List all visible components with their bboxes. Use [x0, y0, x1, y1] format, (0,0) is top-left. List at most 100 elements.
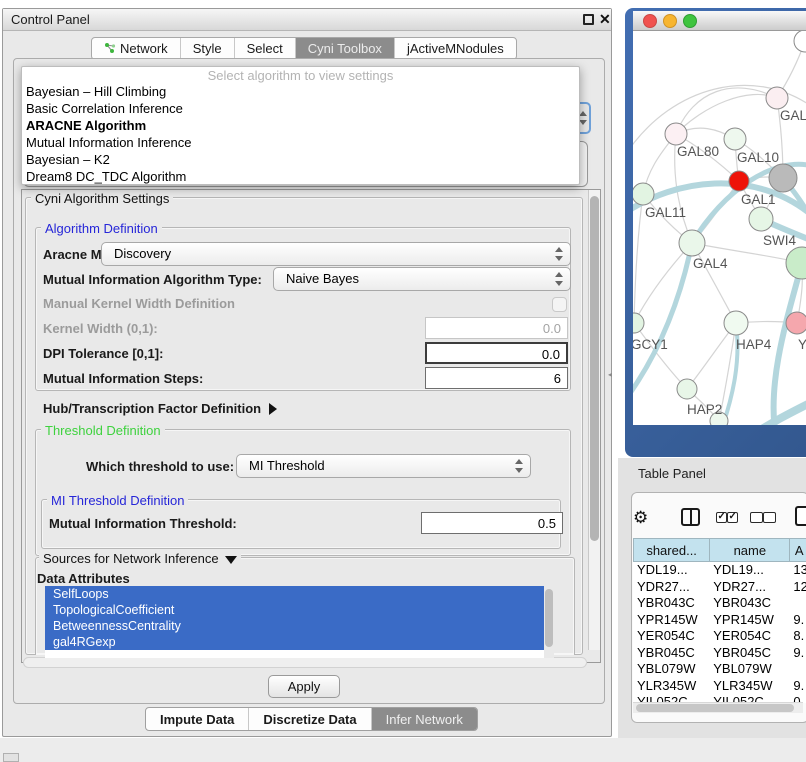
close-button[interactable]	[644, 15, 657, 28]
corner-grip-icon	[3, 753, 19, 762]
zoom-button[interactable]	[684, 15, 697, 28]
split-columns-icon[interactable]	[681, 508, 700, 526]
node-green-large[interactable]	[786, 247, 806, 279]
node-gal11[interactable]	[633, 183, 654, 205]
panel-divider-grip[interactable]: ◂	[608, 371, 614, 379]
node-pink[interactable]	[786, 312, 806, 334]
node-hap2[interactable]	[677, 379, 697, 399]
mi-threshold-label: Mutual Information Threshold:	[49, 516, 237, 531]
float-window-icon[interactable]	[583, 14, 594, 25]
tab-style[interactable]: Style	[181, 38, 235, 59]
tab-infer-network[interactable]: Infer Network	[372, 708, 477, 730]
data-attributes-list: SelfLoops TopologicalCoefficient Between…	[45, 586, 554, 658]
algorithm-option[interactable]: Basic Correlation Inference	[22, 100, 579, 117]
node-gray[interactable]	[769, 164, 797, 192]
tab-select[interactable]: Select	[235, 38, 296, 59]
apply-button[interactable]: Apply	[268, 675, 340, 698]
algorithm-option[interactable]: Mutual Information Inference	[22, 134, 579, 151]
list-scrollbar-thumb[interactable]	[545, 589, 553, 647]
node-label: GAL10	[737, 150, 779, 165]
traffic-lights	[633, 11, 703, 31]
column-header-partial[interactable]: A	[789, 538, 806, 562]
mi-type-combobox[interactable]: Naive Bayes	[273, 267, 571, 291]
collapse-down-icon	[225, 556, 237, 564]
mi-type-label: Mutual Information Algorithm Type:	[43, 272, 262, 287]
desktop-background	[0, 738, 806, 762]
column-header-shared-name[interactable]: shared...	[633, 538, 709, 562]
table-row[interactable]: YBR045CYBR045C9.	[633, 645, 806, 662]
dpi-tolerance-label: DPI Tolerance [0,1]:	[43, 346, 163, 361]
node-label: GAL	[780, 108, 806, 123]
mi-steps-label: Mutual Information Steps:	[43, 371, 203, 386]
select-all-icon[interactable]	[716, 511, 738, 526]
column-header-name[interactable]: name	[709, 538, 789, 562]
node-gal4[interactable]	[679, 230, 705, 256]
control-panel-titlebar: Control Panel ✕	[3, 9, 611, 31]
algorithm-dropdown-list: Select algorithm to view settings Bayesi…	[21, 66, 580, 185]
table-horizontal-scrollbar-thumb[interactable]	[636, 704, 794, 712]
which-threshold-combobox[interactable]: MI Threshold	[236, 454, 531, 478]
close-icon[interactable]: ✕	[599, 11, 611, 28]
table-row[interactable]: YER054CYER054C8.	[633, 628, 806, 645]
tab-network[interactable]: Network	[92, 38, 181, 59]
group-title: MI Threshold Definition	[47, 493, 188, 508]
attribute-item[interactable]: TopologicalCoefficient	[45, 602, 554, 618]
node-label: GAL1	[741, 192, 776, 207]
settings-gear-icon[interactable]: ⚙	[633, 508, 648, 528]
group-title: Cyni Algorithm Settings	[31, 191, 173, 206]
select-none-icon[interactable]	[750, 511, 776, 526]
algorithm-option-selected[interactable]: ARACNE Algorithm	[22, 117, 579, 134]
table-icon-partial[interactable]	[795, 506, 806, 526]
node-gal10[interactable]	[724, 128, 746, 150]
data-attributes-label: Data Attributes	[37, 571, 130, 586]
node-gal[interactable]	[766, 87, 788, 109]
attribute-item[interactable]: gal4RGexp	[45, 634, 554, 650]
node-attribute-table: shared... name A	[633, 538, 806, 562]
manual-kernel-checkbox[interactable]	[552, 297, 567, 312]
aracne-mode-combobox[interactable]: Discovery	[101, 242, 571, 266]
algorithm-option[interactable]: Bayesian – Hill Climbing	[22, 83, 579, 100]
vertical-scrollbar-thumb[interactable]	[590, 196, 599, 541]
node-label: Y	[798, 337, 806, 352]
node-swi4[interactable]	[749, 207, 773, 231]
attribute-item[interactable]: SelfLoops	[45, 586, 554, 602]
node-gcy1[interactable]	[633, 313, 644, 333]
node-gal1-red[interactable]	[729, 171, 749, 191]
table-row[interactable]: YDR27...YDR27...12	[633, 579, 806, 596]
group-title: Algorithm Definition	[41, 221, 162, 236]
table-header-row: shared... name A	[633, 538, 806, 562]
sources-collapser[interactable]: Sources for Network Inference	[39, 551, 241, 566]
attribute-item[interactable]: BetweennessCentrality	[45, 618, 554, 634]
network-edges-thick	[633, 164, 806, 425]
control-panel-window: Control Panel ✕ Network Style Select Cyn…	[2, 8, 612, 737]
table-body: YDL19...YDL19...13 YDR27...YDR27...12 YB…	[633, 562, 806, 703]
combo-arrows-icon	[554, 247, 563, 261]
bottom-tabbar: Impute Data Discretize Data Infer Networ…	[145, 707, 478, 731]
tab-network-label: Network	[120, 41, 168, 56]
mi-steps-field[interactable]: 6	[425, 367, 568, 389]
node-gal80[interactable]	[665, 123, 687, 145]
tab-impute-data[interactable]: Impute Data	[146, 708, 249, 730]
algorithm-option[interactable]: Bayesian – K2	[22, 151, 579, 168]
tab-cyni-toolbox[interactable]: Cyni Toolbox	[296, 38, 395, 59]
top-tabbar: Network Style Select Cyni Toolbox jActiv…	[91, 37, 517, 60]
mi-threshold-field[interactable]: 0.5	[421, 512, 563, 534]
node[interactable]	[794, 31, 806, 52]
hub-definition-expander[interactable]: Hub/Transcription Factor Definition	[43, 401, 277, 416]
network-canvas[interactable]: GAL GAL80 GAL10 GAL1 GAL11 SWI4 GAL4 GCY…	[633, 31, 806, 425]
table-row[interactable]: YBR043CYBR043C	[633, 595, 806, 612]
tab-discretize-data[interactable]: Discretize Data	[249, 708, 371, 730]
algorithm-option[interactable]: Dream8 DC_TDC Algorithm	[22, 168, 579, 185]
table-row[interactable]: YLR345WYLR345W9.	[633, 678, 806, 695]
table-row[interactable]: YDL19...YDL19...13	[633, 562, 806, 579]
horizontal-scrollbar[interactable]	[23, 657, 587, 668]
kernel-width-field[interactable]: 0.0	[425, 317, 568, 339]
dpi-tolerance-field[interactable]: 0.0	[425, 342, 568, 364]
manual-kernel-label: Manual Kernel Width Definition	[43, 296, 235, 311]
table-row[interactable]: YBL079WYBL079W	[633, 661, 806, 678]
table-row[interactable]: YPR145WYPR145W9.	[633, 612, 806, 629]
node-hap4[interactable]	[724, 311, 748, 335]
network-window-titlebar[interactable]	[633, 11, 806, 31]
tab-jactivemnodules[interactable]: jActiveMNodules	[395, 38, 516, 59]
minimize-button[interactable]	[664, 15, 677, 28]
